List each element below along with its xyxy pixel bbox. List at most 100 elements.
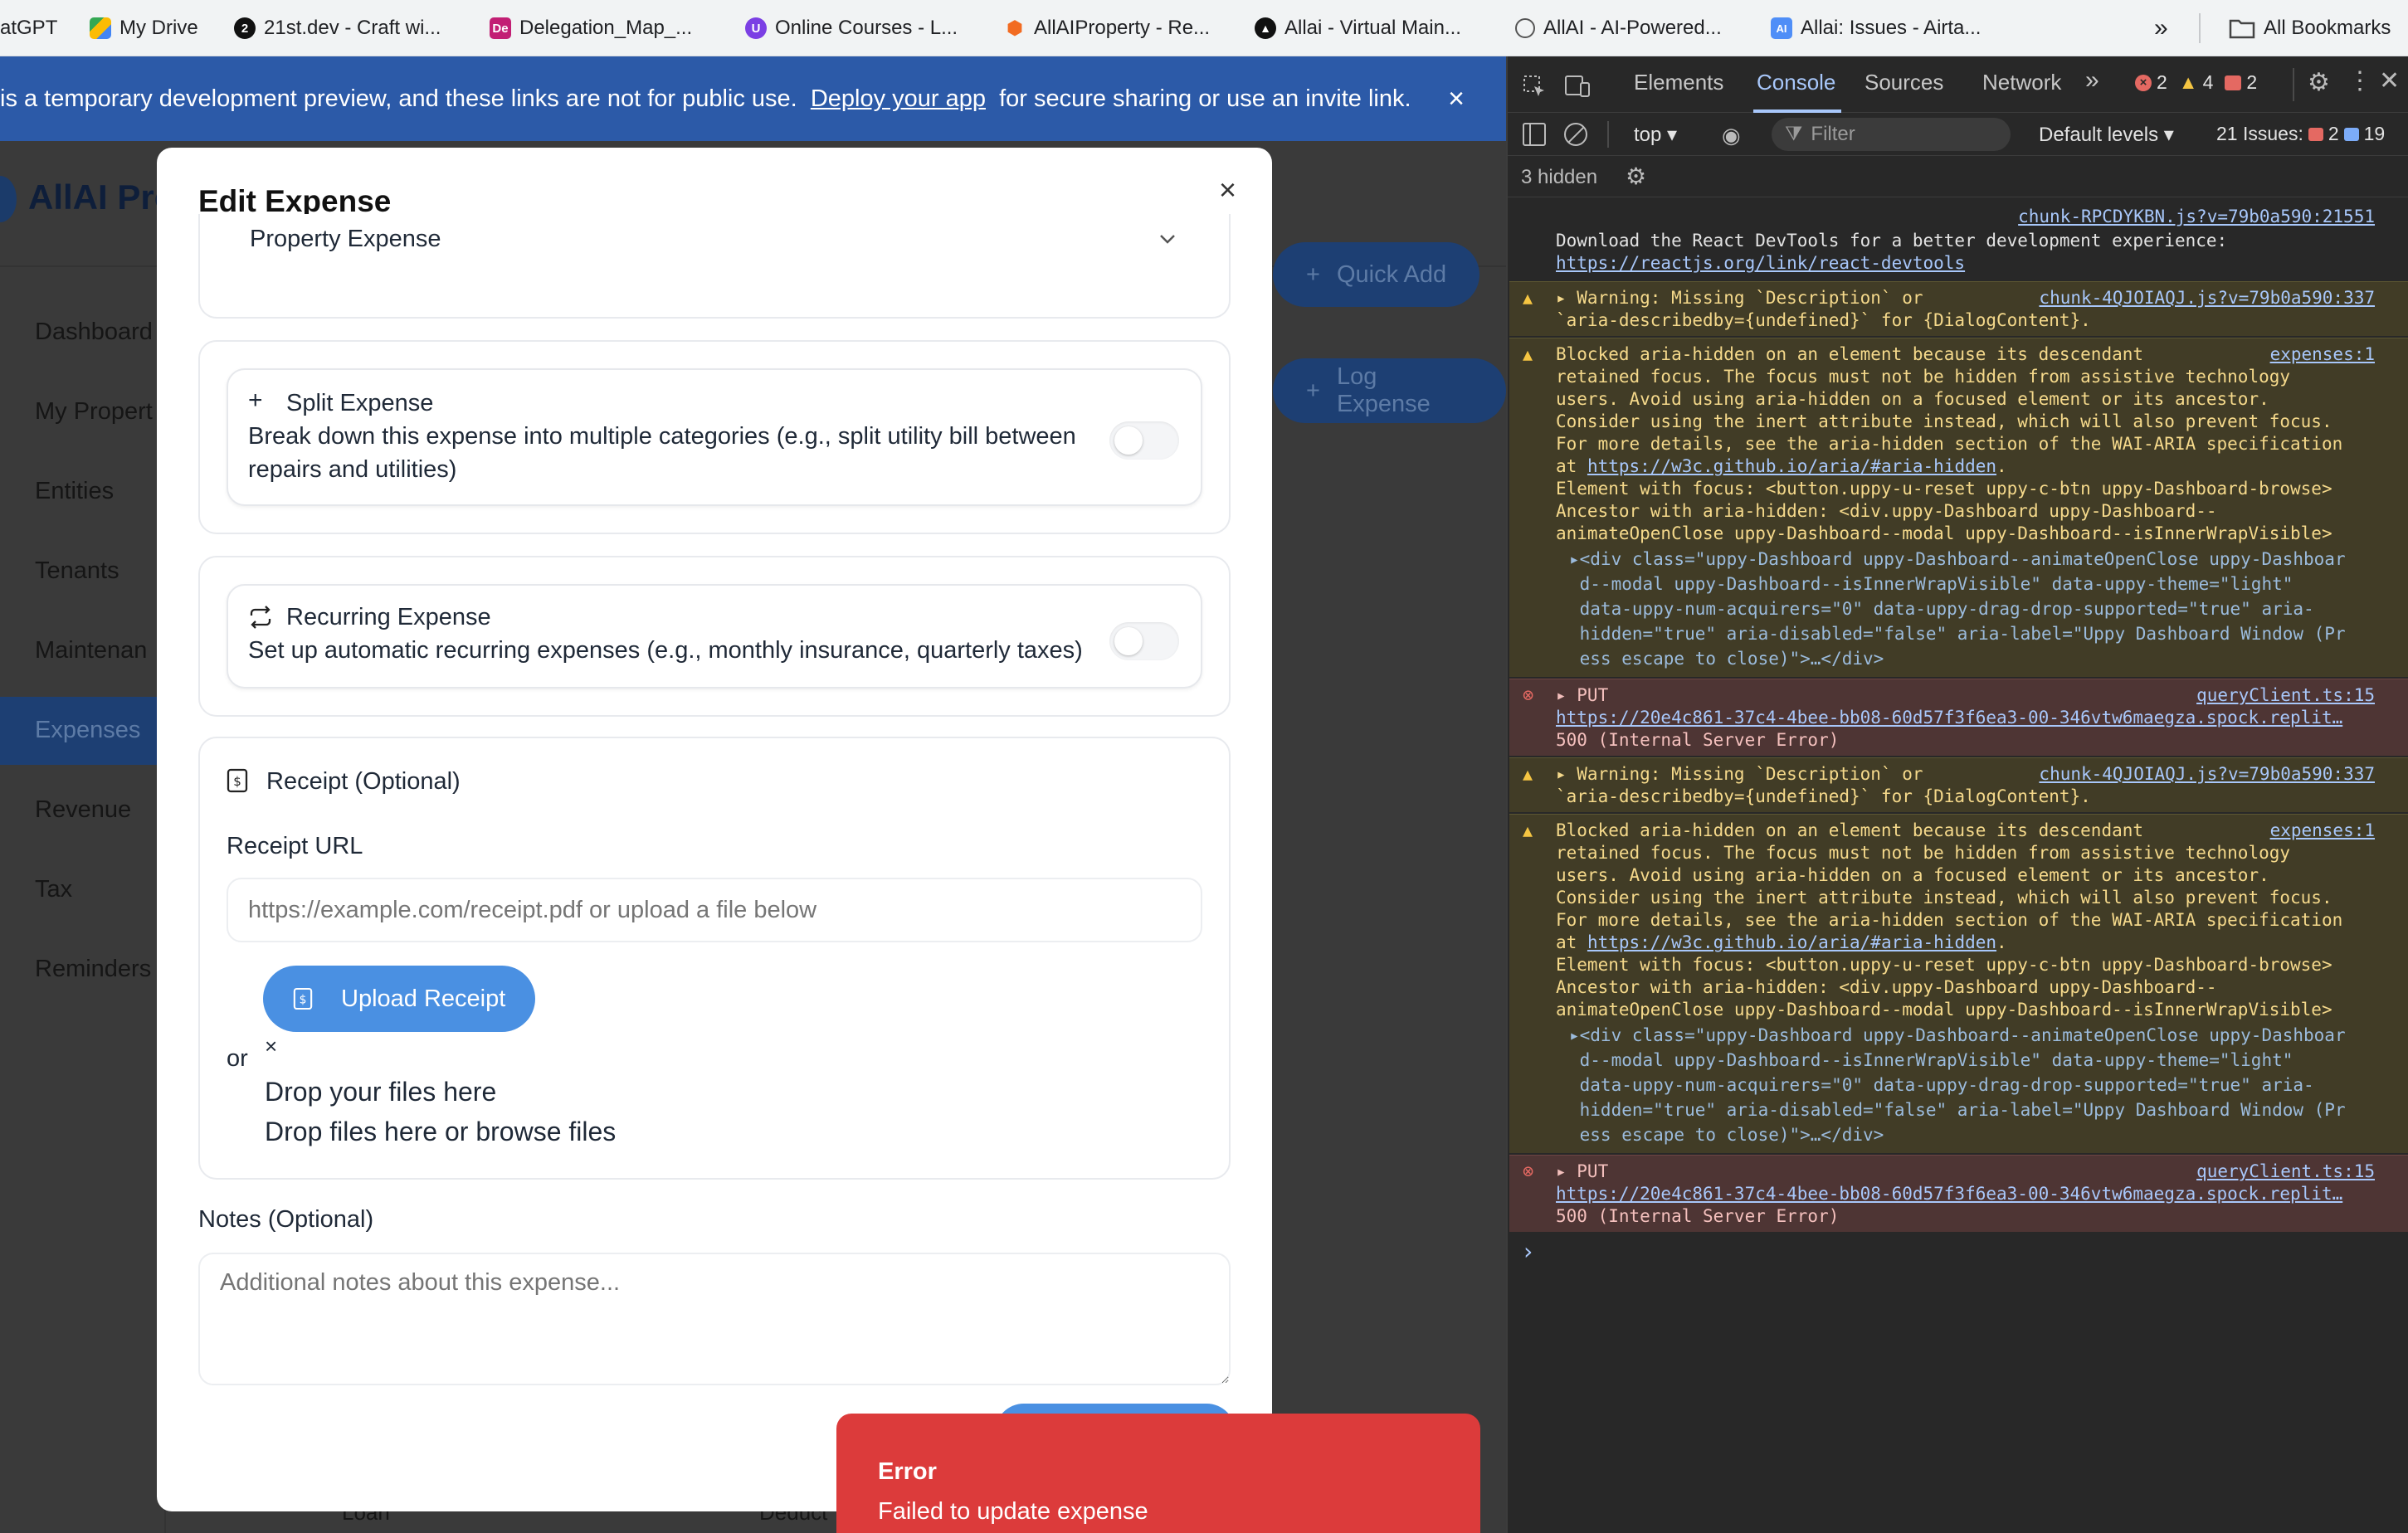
- quick-add-label: Quick Add: [1336, 260, 1447, 288]
- vercel-icon: ▲: [1255, 17, 1276, 39]
- quick-add-button[interactable]: + Quick Add: [1273, 242, 1480, 307]
- recurring-expense-toggle[interactable]: [1109, 622, 1179, 660]
- error-count: 2: [2157, 71, 2167, 93]
- console-line[interactable]: ▸ PUT: [1556, 1161, 1608, 1183]
- console-code-line[interactable]: ▸<div class="uppy-Dashboard uppy-Dashboa…: [1569, 1024, 2346, 1047]
- console-line: at https://w3c.github.io/aria/#aria-hidd…: [1556, 456, 2007, 476]
- settings-gear-icon[interactable]: ⚙: [2308, 68, 2330, 97]
- category-select[interactable]: Property Expense: [250, 226, 441, 253]
- console-counters[interactable]: × 2 ▲ 4 2: [2135, 71, 2257, 94]
- context-select[interactable]: top ▾: [1634, 123, 1677, 147]
- close-devtools-icon[interactable]: ✕: [2379, 66, 2400, 95]
- tab-console[interactable]: Console: [1757, 70, 1835, 95]
- aria-spec-link[interactable]: https://w3c.github.io/aria/#aria-hidden: [1587, 456, 1996, 476]
- console-source-link[interactable]: chunk-4QJOIAQJ.js?v=79b0a590:337: [2039, 287, 2375, 309]
- receipt-url-input[interactable]: [227, 878, 1202, 942]
- deploy-app-link[interactable]: Deploy your app: [811, 85, 986, 112]
- hidden-row: 3 hidden ⚙: [1508, 156, 2408, 197]
- console-source-link[interactable]: queryClient.ts:15: [2196, 684, 2375, 707]
- console-code-line[interactable]: ▸<div class="uppy-Dashboard uppy-Dashboa…: [1569, 548, 2346, 571]
- more-tabs-icon[interactable]: »: [2085, 66, 2099, 95]
- bookmark-my-drive[interactable]: My Drive: [90, 15, 198, 41]
- console-source-link[interactable]: expenses:1: [2270, 343, 2375, 366]
- replit-icon: ⬢: [1007, 17, 1023, 38]
- error-toast: Error Failed to update expense: [836, 1414, 1480, 1533]
- filter-input[interactable]: ⧩ Filter: [1772, 118, 2011, 151]
- tab-sources[interactable]: Sources: [1864, 70, 1943, 95]
- clear-console-icon[interactable]: [1564, 123, 1587, 146]
- eye-icon[interactable]: ◉: [1722, 123, 1741, 148]
- bookmark-chatgpt[interactable]: atGPT: [0, 15, 57, 41]
- drop-zone-title[interactable]: Drop your files here: [265, 1077, 496, 1107]
- banner-text: is a temporary development preview, and …: [0, 85, 797, 112]
- console-code-line: data-uppy-num-acquirers="0" data-uppy-dr…: [1569, 599, 2314, 619]
- drop-zone-browse[interactable]: Drop files here or browse files: [265, 1117, 616, 1147]
- console-settings-icon[interactable]: ⚙: [1626, 163, 1646, 190]
- receipt-card: $ Receipt (Optional) Receipt URL $ Uploa…: [198, 737, 1231, 1180]
- globe-icon: [1515, 18, 1535, 38]
- bookmark-online-courses[interactable]: U Online Courses - L...: [745, 15, 958, 41]
- warning-icon: ▲: [1523, 764, 1533, 784]
- filter-icon: ⧩: [1785, 123, 1803, 145]
- bookmark-allai-virtual[interactable]: ▲ Allai - Virtual Main...: [1255, 15, 1461, 41]
- bookmark-delegation-map[interactable]: De Delegation_Map_...: [490, 15, 692, 41]
- bookmark-allaiproperty[interactable]: ⬢ AllAIProperty - Re...: [1004, 15, 1210, 41]
- console-line: users. Avoid using aria-hidden on a focu…: [1556, 865, 2269, 885]
- device-toolbar-icon[interactable]: [1564, 75, 1591, 98]
- sidebar-toggle-icon[interactable]: [1523, 123, 1546, 146]
- console-line: For more details, see the aria-hidden se…: [1556, 910, 2343, 930]
- issues-link[interactable]: 21 Issues: 2 19: [2216, 123, 2385, 145]
- split-expense-toggle[interactable]: [1109, 421, 1179, 460]
- close-icon[interactable]: ×: [1219, 173, 1236, 207]
- repeat-icon: [250, 606, 271, 629]
- issue-error-icon: [2308, 127, 2323, 141]
- console-prompt[interactable]: ›: [1521, 1240, 1535, 1263]
- console-code-line: data-uppy-num-acquirers="0" data-uppy-dr…: [1569, 1075, 2314, 1095]
- google-drive-icon: [90, 17, 111, 39]
- warning-icon: ▲: [1523, 820, 1533, 840]
- error-icon: ×: [2135, 74, 2152, 91]
- more-bookmarks-button[interactable]: »: [2154, 14, 2168, 41]
- console-source-link[interactable]: expenses:1: [2270, 820, 2375, 842]
- toggle-knob: [1114, 627, 1143, 655]
- receipt-title: Receipt (Optional): [266, 768, 461, 795]
- issues-count: 2: [2246, 71, 2258, 93]
- react-devtools-link[interactable]: https://reactjs.org/link/react-devtools: [1556, 252, 1965, 275]
- chevron-down-icon[interactable]: [1158, 232, 1177, 246]
- console-line: Element with focus: <button.uppy-u-reset…: [1556, 479, 2332, 499]
- upload-receipt-button[interactable]: $ Upload Receipt: [263, 966, 535, 1032]
- console-line: users. Avoid using aria-hidden on a focu…: [1556, 389, 2269, 409]
- log-expense-button[interactable]: + Log Expense: [1273, 358, 1506, 423]
- more-vertical-icon[interactable]: ⋮: [2347, 66, 2372, 95]
- banner-close-icon[interactable]: ×: [1448, 56, 1465, 141]
- console-message-error: ⊗ queryClient.ts:15 ▸ PUT https://20e4c861-…: [1509, 1155, 2408, 1232]
- bookmark-allai-ai-powered[interactable]: AllAI - AI-Powered...: [1515, 15, 1722, 41]
- console-line: animateOpenClose uppy-Dashboard--modal u…: [1556, 1000, 2332, 1020]
- bookmark-allai-issues[interactable]: AI Allai: Issues - Airta...: [1771, 15, 1981, 41]
- request-url-link[interactable]: https://20e4c861-37c4-4bee-bb08-60d57f3f…: [1556, 707, 2342, 729]
- tab-network[interactable]: Network: [1982, 70, 2061, 95]
- all-bookmarks-button[interactable]: All Bookmarks: [2229, 15, 2391, 41]
- tab-elements[interactable]: Elements: [1634, 70, 1723, 95]
- console-source-link[interactable]: chunk-RPCDYKBN.js?v=79b0a590:21551: [2018, 206, 2375, 228]
- issues-info-count: 19: [2363, 123, 2386, 144]
- aria-spec-link[interactable]: https://w3c.github.io/aria/#aria-hidden: [1587, 932, 1996, 952]
- console-line: retained focus. The focus must not be hi…: [1556, 843, 2291, 863]
- log-levels-select[interactable]: Default levels ▾: [2039, 123, 2174, 147]
- warning-count: 4: [2202, 71, 2214, 93]
- receipt-icon: $: [227, 768, 248, 793]
- recurring-expense-card: Recurring Expense Set up automatic recur…: [198, 556, 1231, 717]
- console-line: Blocked aria-hidden on an element becaus…: [1556, 344, 2144, 364]
- request-url-link[interactable]: https://20e4c861-37c4-4bee-bb08-60d57f3f…: [1556, 1183, 2342, 1205]
- console-line[interactable]: ▸ PUT: [1556, 684, 1608, 707]
- console-source-link[interactable]: chunk-4QJOIAQJ.js?v=79b0a590:337: [2039, 763, 2375, 786]
- console-message-warn: ▲ expenses:1 Blocked aria-hidden on an ele…: [1509, 338, 2408, 677]
- close-icon[interactable]: ×: [265, 1034, 277, 1059]
- notes-textarea[interactable]: [198, 1253, 1231, 1385]
- console-source-link[interactable]: queryClient.ts:15: [2196, 1161, 2375, 1183]
- console-code-line: hidden="true" aria-disabled="false" aria…: [1569, 624, 2346, 644]
- bookmark-21st-dev[interactable]: 2 21st.dev - Craft wi...: [234, 15, 441, 41]
- issues-error-count: 2: [2328, 123, 2339, 144]
- inspect-element-icon[interactable]: [1523, 75, 1546, 98]
- split-expense-card: + Split Expense Break down this expense …: [198, 340, 1231, 534]
